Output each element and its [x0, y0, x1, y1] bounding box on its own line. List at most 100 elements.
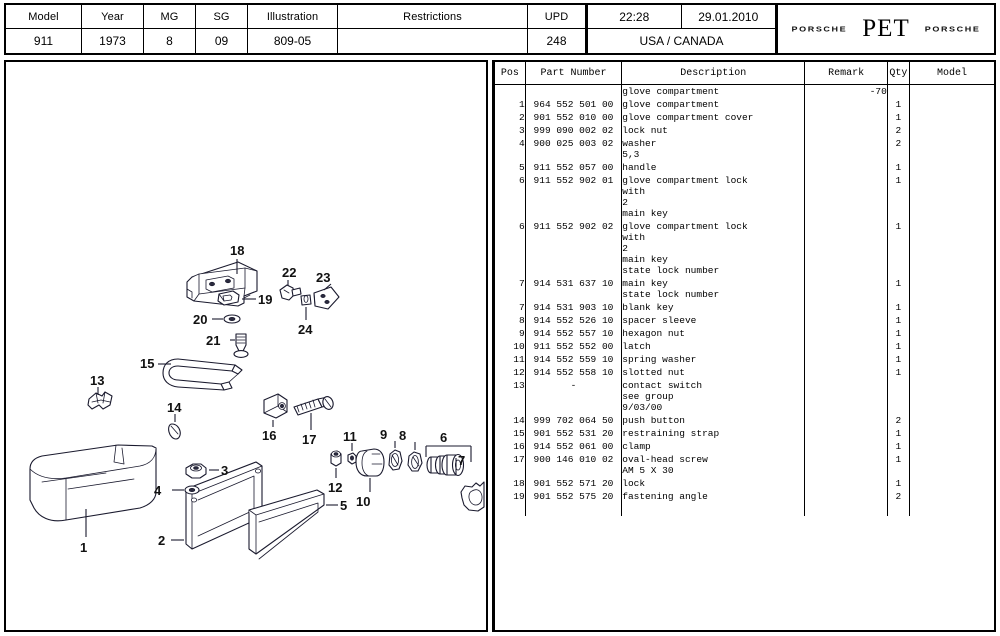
cell-rem: -70 [804, 84, 888, 98]
table-row[interactable]: 12 914 552 558 10 slotted nut 1 [495, 366, 994, 379]
table-row[interactable]: 13- contact switch see group 9/03/00 [495, 379, 994, 414]
callout-24: 24 [298, 322, 313, 337]
cell-mod [909, 161, 994, 174]
cell-part: 901 552 010 00 [525, 111, 623, 124]
cell-desc: push button [621, 414, 806, 427]
table-row[interactable]: glove compartment -70 [495, 84, 994, 98]
cell-part: 900 146 010 02 [525, 453, 623, 477]
cell-qty: 1 [887, 477, 910, 490]
cell-mod [909, 327, 994, 340]
header-value-mg: 8 [166, 34, 173, 48]
cell-desc: spring washer [621, 353, 806, 366]
cell-qty [887, 84, 910, 98]
table-row[interactable]: 3 999 090 002 02 lock nut 2 [495, 124, 994, 137]
callout-7: 7 [458, 453, 465, 468]
table-row[interactable]: 7 914 531 903 10 blank key 1 [495, 301, 994, 314]
callout-9: 9 [380, 427, 387, 442]
cell-part: 911 552 902 02 [525, 220, 623, 277]
cell-part: 999 702 064 50 [525, 414, 623, 427]
callout-18: 18 [230, 243, 244, 258]
header-value-time: 22:28 [588, 5, 682, 28]
table-row[interactable]: 6 911 552 902 02 glove compartment lock wi… [495, 220, 994, 277]
diagram-part-8-spacer-sleeve [407, 451, 423, 472]
cell-desc: washer 5,3 [621, 137, 806, 161]
callout-5: 5 [340, 498, 347, 513]
cell-part: 901 552 575 20 [525, 490, 623, 503]
header-label-mg: MG [144, 5, 195, 29]
callout-6: 6 [440, 430, 447, 445]
table-row[interactable]: 1 964 552 501 00 glove compartment 1 [495, 98, 994, 111]
cell-desc: glove compartment [621, 98, 806, 111]
cell-part [525, 84, 623, 98]
callout-1: 1 [80, 540, 87, 555]
table-row[interactable]: 17 900 146 010 02 oval-head screw AM 5 X 3… [495, 453, 994, 477]
table-row[interactable]: 11 914 552 559 10 spring washer 1 [495, 353, 994, 366]
table-row[interactable]: 19 901 552 575 20 fastening angle 2 [495, 490, 994, 503]
cell-desc: glove compartment [621, 84, 806, 98]
cell-desc: oval-head screw AM 5 X 30 [621, 453, 806, 477]
callout-2: 2 [158, 533, 165, 548]
cell-rem [804, 137, 888, 161]
cell-desc: main key state lock number [621, 277, 806, 301]
parts-list-panel[interactable]: Pos Part Number Description Remark Qty M… [492, 60, 996, 632]
cell-rem [804, 98, 888, 111]
cell-part: 964 552 501 00 [525, 98, 623, 111]
porsche-wordmark-right: PORSCHE [924, 25, 981, 33]
cell-qty: 1 [887, 440, 910, 453]
cell-desc: clamp [621, 440, 806, 453]
table-row[interactable]: 9 914 552 557 10 hexagon nut 1 [495, 327, 994, 340]
cell-part: 914 552 526 10 [525, 314, 623, 327]
cell-pos: 14 [495, 414, 526, 427]
cell-mod [909, 220, 994, 277]
column-header-qty: Qty [887, 62, 910, 85]
cell-desc: lock [621, 477, 806, 490]
cell-pos: 5 [495, 161, 526, 174]
header-value-upd: 248 [546, 34, 567, 48]
table-row[interactable]: 2 901 552 010 00 glove compartment cover 1 [495, 111, 994, 124]
table-row[interactable]: 6 911 552 902 01 glove compartment lock wi… [495, 174, 994, 220]
table-row[interactable]: 4 900 025 003 02 washer 5,3 2 [495, 137, 994, 161]
callout-21: 21 [206, 333, 220, 348]
cell-mod [909, 477, 994, 490]
table-row[interactable]: 16 914 552 061 00 clamp 1 [495, 440, 994, 453]
cell-qty: 1 [887, 366, 910, 379]
diagram-part-1-glove-compartment [29, 444, 157, 522]
callout-16: 16 [262, 428, 276, 443]
table-row[interactable]: 5 911 552 057 00 handle 1 [495, 161, 994, 174]
parts-table: Pos Part Number Description Remark Qty M… [495, 62, 994, 516]
cell-pos [495, 84, 526, 98]
table-row[interactable]: 8 914 552 526 10 spacer sleeve 1 [495, 314, 994, 327]
cell-rem [804, 220, 888, 277]
header-label-restrictions: Restrictions [338, 5, 527, 29]
column-header-pos: Pos [495, 62, 526, 85]
cell-part: 900 025 003 02 [525, 137, 623, 161]
parts-table-header-row: Pos Part Number Description Remark Qty M… [495, 62, 994, 85]
callout-22: 22 [282, 265, 296, 280]
diagram-part-23-bracket-plate [313, 286, 340, 310]
cell-qty: 1 [887, 427, 910, 440]
cell-mod [909, 98, 994, 111]
callout-17: 17 [302, 432, 316, 447]
cell-mod [909, 137, 994, 161]
exploded-view-diagram[interactable]: 18 19 20 21 22 23 24 15 13 14 16 17 1 2 … [4, 60, 488, 632]
table-row[interactable]: 7 914 531 637 10 main key state lock numbe… [495, 277, 994, 301]
cell-part: - [525, 379, 623, 414]
cell-rem [804, 440, 888, 453]
table-row[interactable]: 18 901 552 571 20 lock 1 [495, 477, 994, 490]
cell-pos: 13 [495, 379, 526, 414]
cell-desc: restraining strap [621, 427, 806, 440]
cell-part: 914 552 557 10 [525, 327, 623, 340]
column-header-part-number: Part Number [525, 62, 623, 85]
callout-13: 13 [90, 373, 104, 388]
table-row[interactable]: 10 911 552 552 00 latch 1 [495, 340, 994, 353]
cell-qty: 1 [887, 327, 910, 340]
table-row[interactable]: 14 999 702 064 50 push button 2 [495, 414, 994, 427]
table-row[interactable]: 15 901 552 531 20 restraining strap 1 [495, 427, 994, 440]
cell-qty: 1 [887, 340, 910, 353]
cell-pos: 10 [495, 340, 526, 353]
cell-mod [909, 453, 994, 477]
cell-qty: 1 [887, 220, 910, 277]
cell-rem [804, 366, 888, 379]
cell-part: 911 552 902 01 [525, 174, 623, 220]
header-value-year: 1973 [99, 34, 126, 48]
